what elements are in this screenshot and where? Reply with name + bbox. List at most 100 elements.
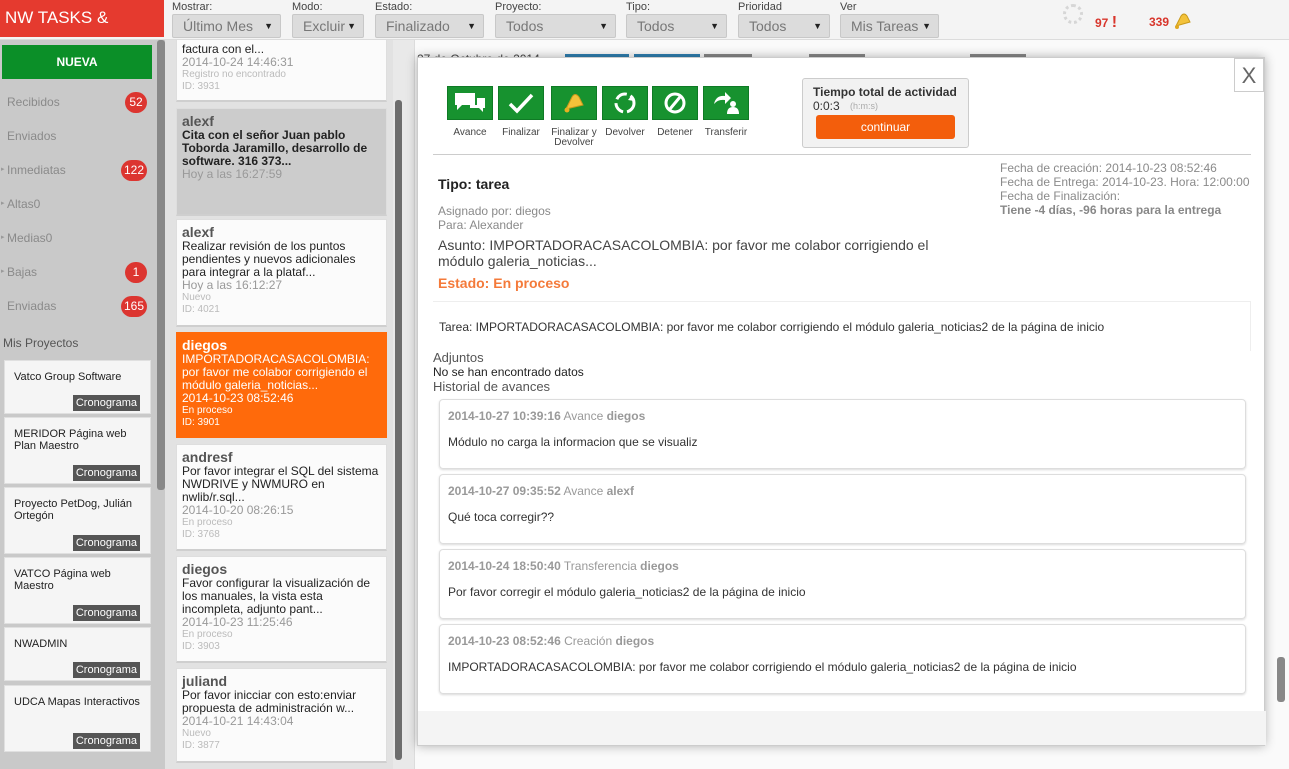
filter-label: Proyecto: xyxy=(495,1,542,13)
chat-icon xyxy=(447,86,493,120)
filter-mostrar: Mostrar: Último Mes ▼ xyxy=(172,1,281,38)
sidebar-scrollbar[interactable] xyxy=(157,40,165,490)
filter-ver-select[interactable]: Mis Tareas ▼ xyxy=(840,14,939,38)
task-list-scrollbar[interactable] xyxy=(395,100,402,760)
chevron-right-icon: ▸ xyxy=(1,268,5,275)
filter-proyecto-select[interactable]: Todos ▼ xyxy=(495,14,616,38)
count-badge: 1 xyxy=(125,262,147,283)
sidebar-item-enviados[interactable]: Enviados xyxy=(0,119,155,153)
cronograma-button[interactable]: Cronograma xyxy=(72,395,140,411)
creation-date: Fecha de creación: 2014-10-23 08:52:46 xyxy=(1000,161,1217,175)
assigned-to: Para: Alexander xyxy=(438,218,524,232)
task-card-active[interactable]: diegos IMPORTADORACASACOLOMBIA: por favo… xyxy=(176,332,387,438)
filter-ver: Ver Mis Tareas ▼ xyxy=(840,1,939,38)
cronograma-button[interactable]: Cronograma xyxy=(72,605,140,621)
sidebar-item-enviadas[interactable]: Enviadas 165 xyxy=(0,289,155,323)
history-entry: 2014-10-23 08:52:46 Creación diegos IMPO… xyxy=(439,624,1246,694)
devolver-button[interactable]: Devolver xyxy=(601,86,649,138)
tasks-counter[interactable]: 339 xyxy=(1149,13,1194,32)
stop-icon xyxy=(652,86,698,120)
timer-title: Tiempo total de actividad xyxy=(813,85,957,99)
projects-heading: Mis Proyectos xyxy=(3,336,79,350)
finalizar-devolver-button[interactable]: Finalizar y Devolver xyxy=(548,86,600,148)
filter-estado-select[interactable]: Finalizado ▼ xyxy=(375,14,484,38)
caret-down-icon: ▼ xyxy=(264,21,273,31)
cronograma-button[interactable]: Cronograma xyxy=(72,733,140,749)
task-dates: Fecha de creación: 2014-10-23 08:52:46 F… xyxy=(1000,161,1250,217)
project-card[interactable]: Proyecto PetDog, Julián Ortegón Cronogra… xyxy=(4,487,151,554)
cronograma-button[interactable]: Cronograma xyxy=(72,535,140,551)
chevron-right-icon: ▸ xyxy=(1,166,5,173)
sidebar-item-medias[interactable]: ▸ Medias0 xyxy=(0,221,155,255)
bell-icon xyxy=(551,86,597,120)
finish-date: Fecha de Finalización: xyxy=(1000,189,1121,203)
avance-button[interactable]: Avance xyxy=(446,86,494,138)
task-card[interactable]: alexf Cita con el señor Juan pablo Tobor… xyxy=(176,108,387,216)
transfer-icon xyxy=(703,86,749,120)
task-subject: Asunto: IMPORTADORACASACOLOMBIA: por fav… xyxy=(438,237,929,269)
filter-label: Modo: xyxy=(292,1,323,13)
history-entry: 2014-10-24 18:50:40 Transferencia diegos… xyxy=(439,549,1246,619)
task-type: Tipo: tarea xyxy=(438,176,510,192)
chevron-right-icon: ▸ xyxy=(1,200,5,207)
task-detail-modal: X Avance Finalizar Finalizar y Devolver … xyxy=(417,57,1266,746)
main-scrollbar[interactable] xyxy=(1277,657,1285,702)
filter-modo-select[interactable]: Excluir ▼ xyxy=(292,14,364,38)
finalizar-button[interactable]: Finalizar xyxy=(497,86,545,138)
new-button[interactable]: NUEVA xyxy=(2,45,152,79)
sidebar-item-bajas[interactable]: ▸ Bajas 1 xyxy=(0,255,155,289)
task-card[interactable]: andresf Por favor integrar el SQL del si… xyxy=(176,444,387,551)
project-card[interactable]: MERIDOR Página web Plan Maestro Cronogra… xyxy=(4,417,151,484)
filter-label: Estado: xyxy=(375,1,413,13)
caret-down-icon: ▼ xyxy=(599,21,608,31)
project-card[interactable]: UDCA Mapas Interactivos Cronograma xyxy=(4,685,151,752)
filter-prioridad-select[interactable]: Todos ▼ xyxy=(738,14,830,38)
project-card[interactable]: VATCO Página web Maestro Cronograma xyxy=(4,557,151,624)
filter-label: Ver xyxy=(840,1,857,13)
filter-label: Tipo: xyxy=(626,1,651,13)
sidebar-item-altas[interactable]: ▸ Altas0 xyxy=(0,187,155,221)
task-card[interactable]: alexf Realizar revisión de los puntos pe… xyxy=(176,219,387,327)
bell-icon xyxy=(1175,13,1192,29)
task-card[interactable]: diegos Favor configurar la visualización… xyxy=(176,556,387,663)
sidebar-item-recibidos[interactable]: Recibidos 52 xyxy=(0,85,155,119)
caret-down-icon: ▼ xyxy=(347,21,356,31)
cronograma-button[interactable]: Cronograma xyxy=(72,662,140,678)
cronograma-button[interactable]: Cronograma xyxy=(72,465,140,481)
filter-tipo-select[interactable]: Todos ▼ xyxy=(626,14,727,38)
alerts-counter[interactable]: 97 ! xyxy=(1095,14,1117,32)
task-card[interactable]: factura con el... 2014-10-24 14:46:31 Re… xyxy=(176,40,387,102)
count-badge: 165 xyxy=(120,296,147,317)
history-heading: Historial de avances xyxy=(433,379,551,394)
due-date: Fecha de Entrega: 2014-10-23. Hora: 12:0… xyxy=(1000,175,1250,189)
transferir-button[interactable]: Transferir xyxy=(702,86,750,138)
filter-tipo: Tipo: Todos ▼ xyxy=(626,1,727,38)
task-status: Estado: En proceso xyxy=(438,275,570,291)
filter-prioridad: Prioridad Todos ▼ xyxy=(738,1,830,38)
timer-value: 0:0:3 xyxy=(813,99,840,113)
assigned-by: Asignado por: diegos xyxy=(438,204,551,218)
detener-button[interactable]: Detener xyxy=(651,86,699,138)
app-title[interactable]: NW TASKS & WORK xyxy=(0,0,164,63)
task-list: factura con el... 2014-10-24 14:46:31 Re… xyxy=(165,40,393,769)
history-entry: 2014-10-27 10:39:16 Avance diegos Módulo… xyxy=(439,399,1246,469)
filter-mostrar-select[interactable]: Último Mes ▼ xyxy=(172,14,281,38)
caret-down-icon: ▼ xyxy=(813,21,822,31)
count-badge: 122 xyxy=(120,160,147,181)
sidebar: NUEVA Recibidos 52 Enviados ▸ Inmediatas 12… xyxy=(0,40,165,769)
caret-down-icon: ▼ xyxy=(467,21,476,31)
project-card[interactable]: Vatco Group Software Cronograma xyxy=(4,360,151,414)
history-entry: 2014-10-27 09:35:52 Avance alexf Qué toc… xyxy=(439,474,1246,544)
caret-down-icon: ▼ xyxy=(922,21,931,31)
continue-button[interactable]: continuar xyxy=(816,115,955,139)
alert-exclamation-icon: ! xyxy=(1111,14,1118,31)
task-card[interactable]: juliand Por favor inicciar con esto:envi… xyxy=(176,668,387,763)
timer-unit: (h:m:s) xyxy=(850,101,878,111)
project-card[interactable]: NWADMIN Cronograma xyxy=(4,627,151,681)
loading-spinner-icon xyxy=(1063,4,1083,24)
sidebar-item-inmediatas[interactable]: ▸ Inmediatas 122 xyxy=(0,153,155,187)
close-button[interactable]: X xyxy=(1234,58,1264,92)
filter-label: Mostrar: xyxy=(172,1,213,13)
chevron-right-icon: ▸ xyxy=(1,234,5,241)
filter-estado: Estado: Finalizado ▼ xyxy=(375,1,484,38)
